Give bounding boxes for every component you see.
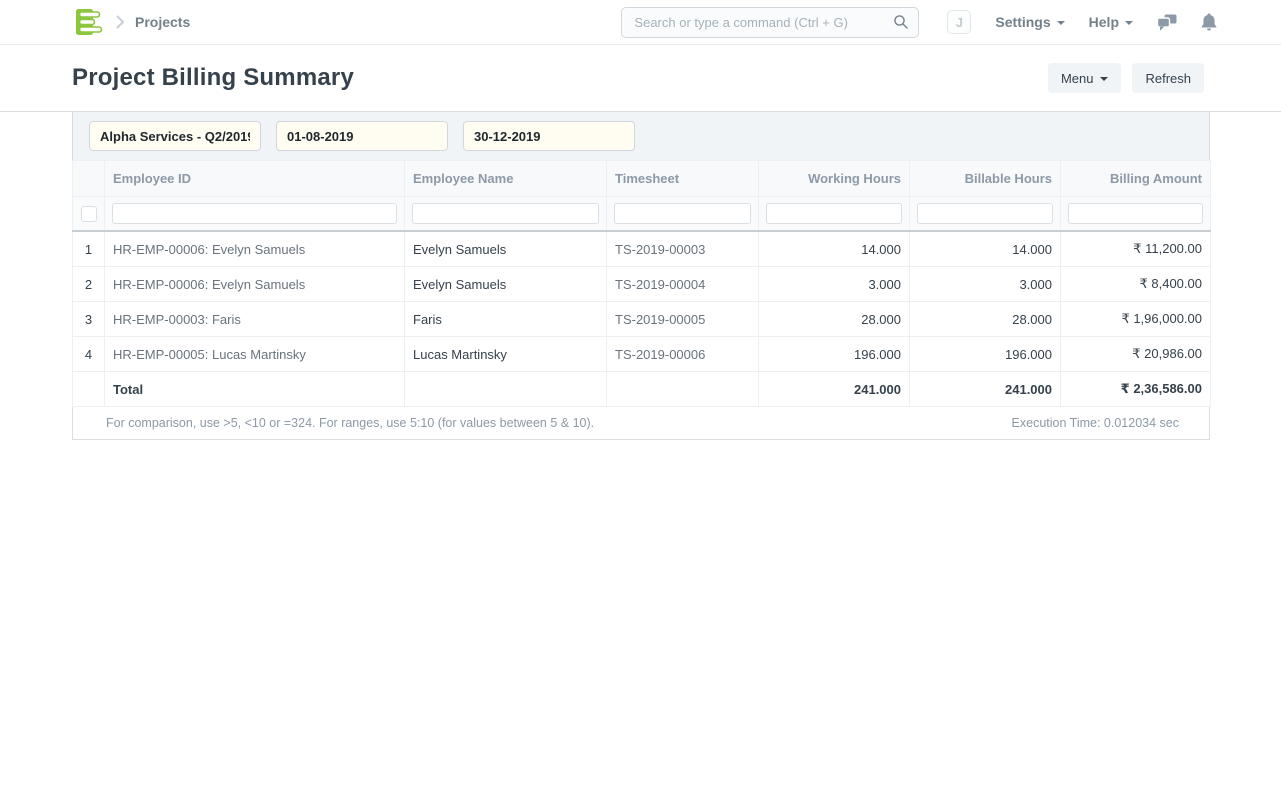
timesheet-column-filter[interactable] [614,203,751,224]
navbar: Projects J Settings Help [0,0,1281,45]
cell-employee-name [405,372,607,407]
chat-icon[interactable] [1157,14,1177,31]
report-filters-bar [72,112,1210,160]
total-row: Total 241.000 241.000 ₹ 2,36,586.00 [73,372,1211,407]
settings-menu[interactable]: Settings [995,14,1064,30]
from-date-filter-input[interactable] [276,121,448,151]
project-filter-input[interactable] [89,121,261,151]
breadcrumb-projects[interactable]: Projects [135,14,190,30]
app-logo-icon[interactable] [76,8,104,36]
row-index [73,372,105,407]
report-footer: For comparison, use >5, <10 or =324. For… [72,407,1210,440]
index-column-header [73,161,105,197]
employee-id-column-filter[interactable] [112,203,397,224]
cell-employee-id: HR-EMP-00006: Evelyn Samuels [105,231,405,267]
column-header-employee-name[interactable]: Employee Name [405,161,607,197]
menu-button-label: Menu [1061,71,1094,86]
cell-employee-name: Evelyn Samuels [405,267,607,302]
cell-employee-name: Lucas Martinsky [405,337,607,372]
row-index: 4 [73,337,105,372]
cell-working-hours: 196.000 [759,337,910,372]
cell-employee-id: HR-EMP-00006: Evelyn Samuels [105,267,405,302]
cell-timesheet [607,372,759,407]
global-search [621,7,919,38]
cell-billable-hours: 28.000 [910,302,1061,337]
cell-billable-hours: 3.000 [910,267,1061,302]
table-header-row: Employee ID Employee Name Timesheet Work… [73,161,1211,197]
cell-timesheet: TS-2019-00004 [607,267,759,302]
row-index: 1 [73,231,105,267]
cell-working-hours: 14.000 [759,231,910,267]
table-row[interactable]: 3 HR-EMP-00003: Faris Faris TS-2019-0000… [73,302,1211,337]
row-index: 2 [73,267,105,302]
help-menu[interactable]: Help [1089,14,1133,30]
cell-employee-id: HR-EMP-00003: Faris [105,302,405,337]
page-title: Project Billing Summary [72,64,354,92]
refresh-button[interactable]: Refresh [1132,63,1204,93]
settings-label: Settings [995,14,1050,30]
column-header-billing-amount[interactable]: Billing Amount [1061,161,1211,197]
billable-hours-column-filter[interactable] [917,203,1053,224]
menu-button[interactable]: Menu [1048,63,1122,93]
cell-billing-amount: ₹ 20,986.00 [1061,337,1211,372]
working-hours-column-filter[interactable] [766,203,902,224]
chevron-down-icon [1125,21,1133,25]
notifications-bell-icon[interactable] [1201,13,1217,31]
cell-working-hours: 3.000 [759,267,910,302]
total-billing-amount: ₹ 2,36,586.00 [1061,372,1211,407]
cell-timesheet: TS-2019-00006 [607,337,759,372]
cell-billable-hours: 14.000 [910,231,1061,267]
total-working-hours: 241.000 [759,372,910,407]
filter-hint-text: For comparison, use >5, <10 or =324. For… [106,416,594,430]
cell-timesheet: TS-2019-00003 [607,231,759,267]
cell-working-hours: 28.000 [759,302,910,337]
cell-billing-amount: ₹ 1,96,000.00 [1061,302,1211,337]
employee-name-column-filter[interactable] [412,203,599,224]
select-all-checkbox[interactable] [81,206,97,222]
report-datatable: Employee ID Employee Name Timesheet Work… [72,160,1210,440]
total-label: Total [105,372,405,407]
page-head: Project Billing Summary Menu Refresh [0,45,1281,112]
cell-billing-amount: ₹ 8,400.00 [1061,267,1211,302]
execution-time: Execution Time: 0.012034 sec [1012,416,1179,430]
table-row[interactable]: 4 HR-EMP-00005: Lucas Martinsky Lucas Ma… [73,337,1211,372]
column-filter-row [73,197,1211,232]
search-input[interactable] [621,7,919,38]
navbar-right: J Settings Help [947,10,1217,34]
billing-amount-column-filter[interactable] [1068,203,1203,224]
chevron-down-icon [1057,21,1065,25]
table-row[interactable]: 2 HR-EMP-00006: Evelyn Samuels Evelyn Sa… [73,267,1211,302]
column-header-timesheet[interactable]: Timesheet [607,161,759,197]
help-label: Help [1089,14,1119,30]
page-actions: Menu Refresh [1048,63,1204,93]
cell-billable-hours: 196.000 [910,337,1061,372]
cell-billing-amount: ₹ 11,200.00 [1061,231,1211,267]
cell-employee-name: Faris [405,302,607,337]
total-billable-hours: 241.000 [910,372,1061,407]
chevron-right-icon [116,15,125,29]
row-index: 3 [73,302,105,337]
cell-employee-name: Evelyn Samuels [405,231,607,267]
table-row[interactable]: 1 HR-EMP-00006: Evelyn Samuels Evelyn Sa… [73,231,1211,267]
column-header-employee-id[interactable]: Employee ID [105,161,405,197]
user-avatar[interactable]: J [947,10,971,34]
column-header-billable-hours[interactable]: Billable Hours [910,161,1061,197]
cell-timesheet: TS-2019-00005 [607,302,759,337]
column-header-working-hours[interactable]: Working Hours [759,161,910,197]
cell-employee-id: HR-EMP-00005: Lucas Martinsky [105,337,405,372]
chevron-down-icon [1100,77,1108,81]
to-date-filter-input[interactable] [463,121,635,151]
search-icon [893,14,909,35]
